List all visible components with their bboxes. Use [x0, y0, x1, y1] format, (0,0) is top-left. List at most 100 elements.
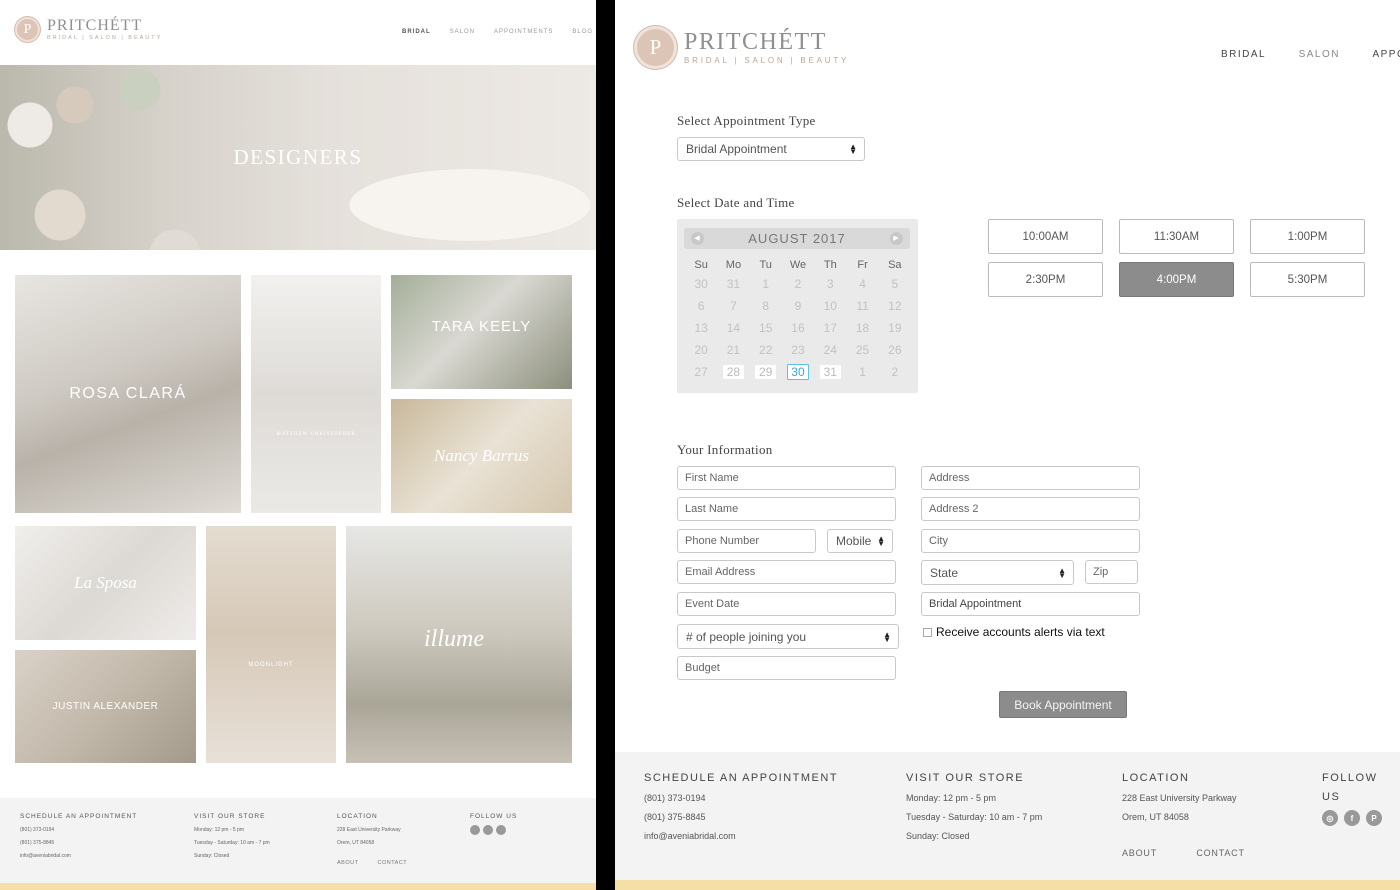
calendar-day: 26 [879, 339, 911, 361]
footer-email[interactable]: info@aveniabridal.com [20, 850, 137, 863]
calendar-day[interactable]: 31 [814, 361, 846, 383]
time-slot-530pm[interactable]: 5:30PM [1250, 262, 1365, 297]
monogram-icon: P [15, 17, 40, 42]
designer-tile-moonlight[interactable]: MOONLIGHT [206, 526, 336, 763]
appointment-type-select[interactable]: Bridal Appointment ▲ ▼ [677, 137, 865, 161]
address2-field[interactable]: Address 2 [921, 497, 1140, 521]
text-alerts-checkbox[interactable] [923, 627, 932, 637]
calendar-day-number: 18 [855, 321, 870, 335]
info-heading: Your Information [677, 442, 773, 457]
footer-phone[interactable]: (801) 375-8845 [644, 808, 838, 827]
footer-address: 228 East University Parkway [1122, 793, 1237, 803]
time-slot-230pm[interactable]: 2:30PM [988, 262, 1103, 297]
first-name-field[interactable]: First Name [677, 466, 896, 490]
pinterest-icon[interactable] [496, 825, 506, 835]
phone-type-value: Mobile [836, 534, 872, 548]
text-alerts-option[interactable]: Receive accounts alerts via text [923, 625, 1105, 639]
city-field[interactable]: City [921, 529, 1140, 553]
footer-phone[interactable]: (801) 375-8845 [20, 837, 137, 850]
pinterest-icon[interactable]: P [1366, 810, 1382, 826]
footer-accent-bar [615, 880, 1400, 890]
state-select[interactable]: State ▲ ▼ [921, 560, 1074, 585]
calendar-week: 20 21 22 23 24 25 26 [685, 339, 911, 361]
footer-hours: Monday: 12 pm - 5 pm [194, 827, 245, 833]
footer-hours: Tuesday - Saturday: 10 am - 7 pm [194, 840, 270, 846]
footer-heading: LOCATION [337, 813, 378, 820]
prev-month-icon[interactable]: ◀ [691, 232, 704, 245]
nav-salon[interactable]: SALON [450, 29, 475, 35]
time-slot-400pm-selected[interactable]: 4:00PM [1119, 262, 1234, 297]
footer-about-link[interactable]: ABOUT [1122, 848, 1157, 858]
calendar-weekday: Th [823, 259, 837, 271]
budget-field[interactable]: Budget [677, 656, 896, 680]
calendar-day-number: 4 [859, 277, 866, 291]
phone-type-select[interactable]: Mobile ▲ ▼ [827, 529, 893, 553]
book-appointment-button[interactable]: Book Appointment [999, 691, 1127, 718]
footer-phone[interactable]: (801) 373-0194 [20, 824, 137, 837]
footer-heading: VISIT OUR STORE [906, 772, 1025, 784]
nav-appointments[interactable]: APPOINTMENTS [494, 29, 553, 35]
facebook-icon[interactable] [483, 825, 493, 835]
footer-contact-link[interactable]: CONTACT [377, 860, 407, 866]
calendar-day: 4 [846, 273, 878, 295]
brand-logo[interactable]: P PRITCHÉTT BRIDAL | SALON | BEAUTY [15, 17, 162, 42]
appointment-field[interactable]: Bridal Appointment [921, 592, 1140, 616]
calendar-day: 30 [685, 273, 717, 295]
footer-hours: Monday: 12 pm - 5 pm [906, 793, 997, 803]
time-slot-1000am[interactable]: 10:00AM [988, 219, 1103, 254]
event-date-field[interactable]: Event Date [677, 592, 896, 616]
calendar-day-number: 23 [791, 343, 805, 357]
footer-about-link[interactable]: ABOUT [337, 860, 358, 866]
address-field[interactable]: Address [921, 466, 1140, 490]
nav-bridal[interactable]: BRIDAL [1221, 49, 1266, 60]
email-field[interactable]: Email Address [677, 560, 896, 584]
calendar-header: ◀ AUGUST 2017 ▶ [684, 228, 910, 249]
calendar-day-number: 26 [888, 343, 902, 357]
calendar-day-number: 30 [787, 364, 809, 380]
brand-logo[interactable]: P PRITCHÉTT BRIDAL | SALON | BEAUTY [637, 29, 849, 66]
footer-heading: FOLLOW US [470, 813, 518, 820]
footer-email[interactable]: info@aveniabridal.com [644, 827, 838, 846]
calendar-day: 6 [685, 295, 717, 317]
phone-field[interactable]: Phone Number [677, 529, 816, 553]
instagram-icon[interactable]: ◎ [1322, 810, 1338, 826]
date-time-heading: Select Date and Time [677, 195, 795, 210]
designer-tile-la-sposa[interactable]: La Sposa [15, 526, 196, 640]
designer-tile-matthew-christopher[interactable]: MATTHEW CHRISTOPHER [251, 275, 381, 513]
facebook-icon[interactable]: f [1344, 810, 1360, 826]
nav-appointments[interactable]: APPOINTMENTS [1372, 49, 1400, 60]
calendar-day-number: 11 [856, 299, 869, 313]
last-name-field[interactable]: Last Name [677, 497, 896, 521]
designer-tile-justin-alexander[interactable]: JUSTIN ALEXANDER [15, 650, 196, 763]
footer-contact-link[interactable]: CONTACT [1196, 848, 1244, 858]
nav-bridal[interactable]: BRIDAL [402, 29, 431, 35]
select-arrows-icon: ▲ ▼ [849, 142, 857, 156]
nav-blog[interactable]: BLOG [572, 29, 593, 35]
footer-phone[interactable]: (801) 373-0194 [644, 789, 838, 808]
footer-address: 228 East University Parkway [337, 827, 401, 833]
designer-tile-rosa-clara[interactable]: ROSA CLARÁ [15, 275, 241, 513]
footer-heading: SCHEDULE AN APPOINTMENT [20, 813, 138, 820]
calendar-day[interactable]: 29 [750, 361, 782, 383]
calendar-weekday: Su [694, 259, 708, 271]
calendar-day-number: 9 [794, 299, 802, 313]
next-month-icon[interactable]: ▶ [890, 232, 903, 245]
time-slot-100pm[interactable]: 1:00PM [1250, 219, 1365, 254]
designer-tile-illume[interactable]: illume [346, 526, 572, 763]
calendar-day-selected[interactable]: 30 [782, 361, 814, 383]
calendar-day-number: 3 [826, 277, 834, 291]
designer-tile-nancy-barrus[interactable]: Nancy Barrus [391, 399, 572, 513]
nav-salon[interactable]: SALON [1299, 49, 1340, 60]
people-joining-select[interactable]: # of people joining you ▲ ▼ [677, 624, 899, 649]
calendar-day-number: 25 [855, 343, 870, 357]
zip-field[interactable]: Zip [1085, 560, 1138, 584]
calendar-day-number: 13 [694, 321, 708, 335]
select-arrows-icon: ▲ ▼ [877, 534, 885, 548]
calendar-day: 16 [782, 317, 814, 339]
designer-tile-tara-keely[interactable]: TARA KEELY [391, 275, 572, 389]
calendar-day-number: 2 [794, 277, 802, 291]
calendar-day[interactable]: 28 [717, 361, 749, 383]
instagram-icon[interactable] [470, 825, 480, 835]
time-slot-1130am[interactable]: 11:30AM [1119, 219, 1234, 254]
footer-location: LOCATION 228 East University Parkway Ore… [337, 810, 401, 850]
